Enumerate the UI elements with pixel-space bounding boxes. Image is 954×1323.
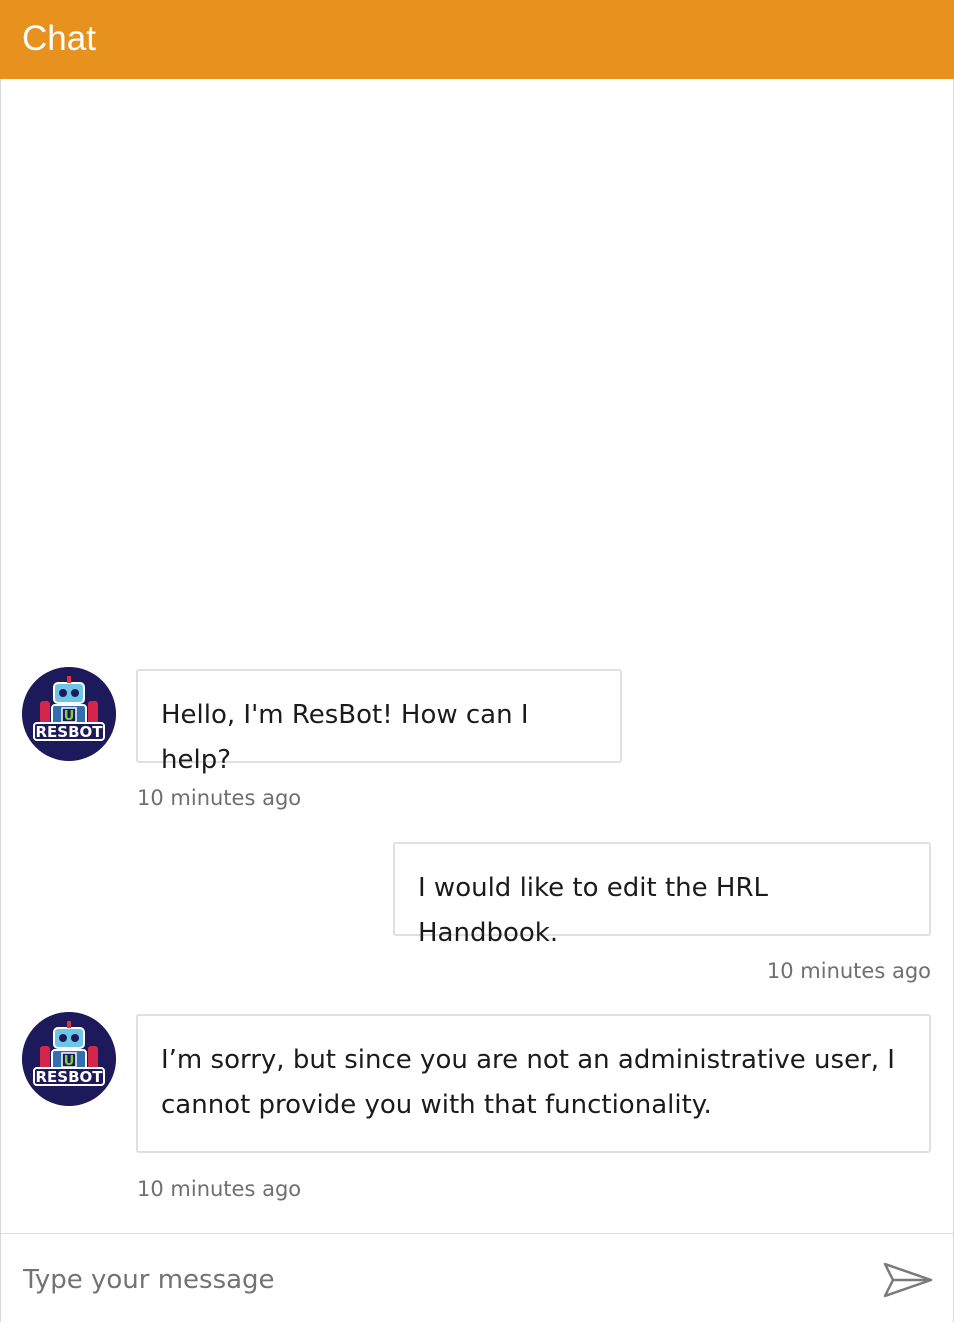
- message-timestamp: 10 minutes ago: [137, 1177, 302, 1201]
- robot-icon: U RESBOT: [22, 667, 116, 761]
- message-timestamp: 10 minutes ago: [766, 959, 931, 983]
- user-message-bubble: I would like to edit the HRL Handbook.: [393, 842, 931, 948]
- svg-text:U: U: [64, 709, 75, 724]
- svg-text:RESBOT: RESBOT: [35, 723, 103, 741]
- bot-message-bubble: I’m sorry, but since you are not an admi…: [136, 1014, 931, 1153]
- message-text: Hello, I'm ResBot! How can I help?: [161, 700, 529, 775]
- chat-header: Chat: [0, 0, 954, 79]
- header-title: Chat: [22, 19, 96, 58]
- resbot-avatar: U RESBOT: [22, 1012, 116, 1106]
- message-text: I would like to edit the HRL Handbook.: [418, 873, 768, 948]
- send-button[interactable]: [881, 1260, 935, 1300]
- svg-text:RESBOT: RESBOT: [35, 1068, 103, 1086]
- bot-message-bubble: Hello, I'm ResBot! How can I help?: [136, 669, 622, 775]
- svg-text:U: U: [64, 1054, 75, 1069]
- message-timestamp: 10 minutes ago: [137, 786, 302, 810]
- robot-icon: U RESBOT: [22, 1012, 116, 1106]
- resbot-avatar: U RESBOT: [22, 667, 116, 761]
- send-icon: [883, 1262, 933, 1298]
- message-input[interactable]: [23, 1258, 843, 1302]
- message-composer: [1, 1233, 953, 1322]
- message-text: I’m sorry, but since you are not an admi…: [161, 1045, 895, 1120]
